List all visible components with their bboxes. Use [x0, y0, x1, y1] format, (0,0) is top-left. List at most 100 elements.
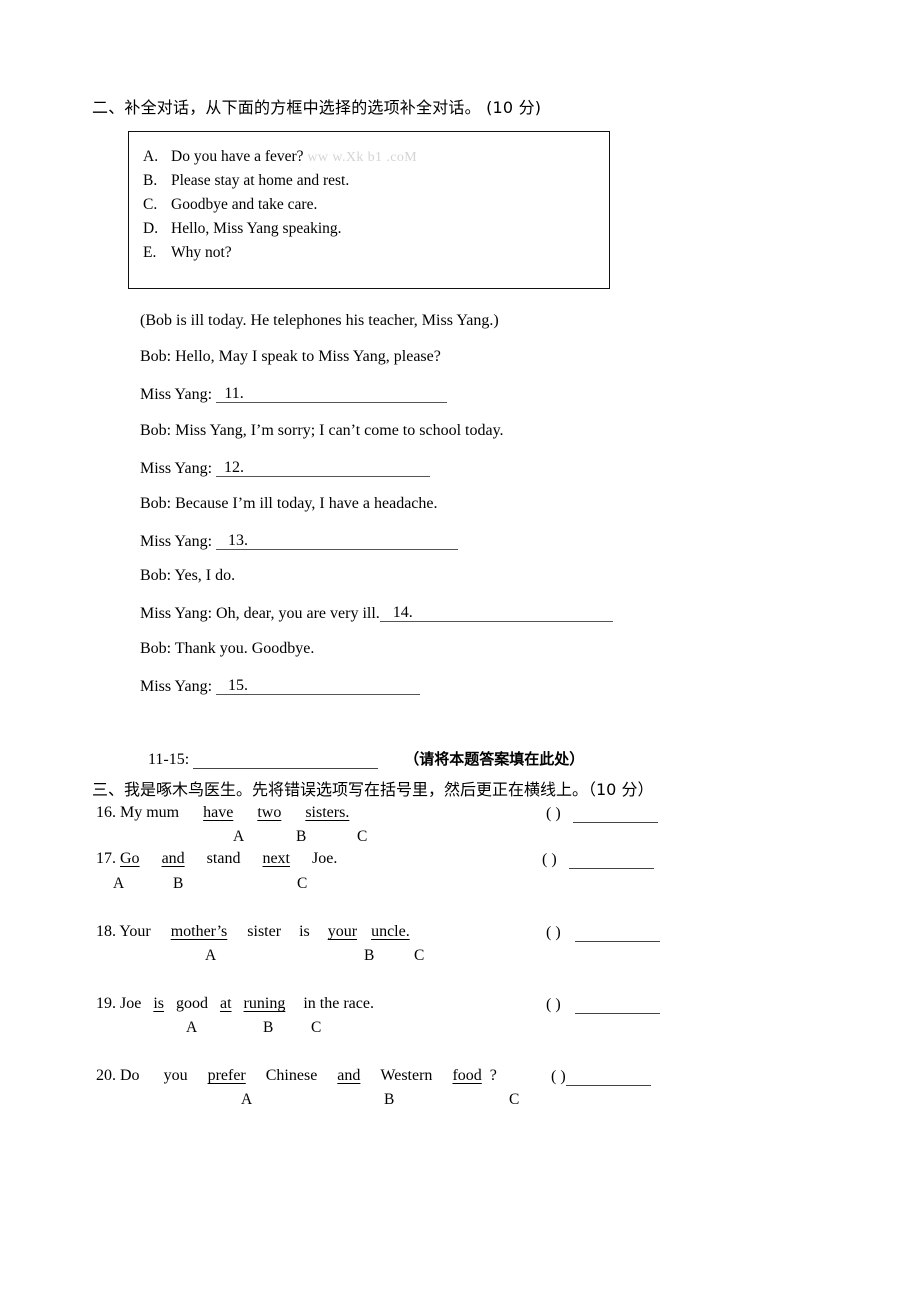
question-16-number: 16. — [96, 804, 116, 821]
q20-paren[interactable]: ( ) — [551, 1068, 566, 1085]
dialogue-line-yang-5: Miss Yang: 15. — [140, 678, 421, 695]
answers-11-15-label: 11-15: — [148, 751, 190, 768]
option-a-letter: A. — [143, 148, 159, 165]
dialogue-speaker: Miss Yang: — [140, 385, 213, 403]
section-2-heading: 二、补全对话，从下面的方框中选择的选项补全对话。 (10 分) — [92, 98, 542, 117]
option-b-letter: B. — [143, 172, 158, 189]
q19-choice-b[interactable]: at — [220, 995, 232, 1012]
blank-14-number[interactable]: 14. — [379, 605, 426, 622]
q17-label-a: A — [113, 875, 125, 892]
watermark-text: ww w.Xk b1 .coM — [307, 150, 418, 165]
blank-11-line[interactable] — [252, 386, 448, 403]
q17-label-b: B — [173, 875, 184, 892]
dialogue-line-bob-5: Bob: Thank you. Goodbye. — [140, 640, 315, 657]
q16-label-a: A — [233, 828, 245, 845]
q16-correction-blank[interactable] — [572, 805, 658, 823]
blank-11-number[interactable]: 11. — [216, 386, 253, 403]
option-c-text: Goodbye and take care. — [171, 196, 318, 213]
dialogue-line-yang-4: Miss Yang: Oh, dear, you are very ill. 14… — [140, 605, 613, 622]
dialogue-line-bob-1: Bob: Hello, May I speak to Miss Yang, pl… — [140, 348, 441, 365]
q20-word-western: Western — [380, 1067, 433, 1084]
q18-word-is: is — [299, 923, 310, 940]
q18-choice-c[interactable]: uncle. — [371, 923, 410, 940]
question-20-number: 20. — [96, 1067, 116, 1084]
q19-choice-c[interactable]: runing — [244, 995, 286, 1012]
option-c-letter: C. — [143, 196, 158, 213]
blank-13-line[interactable] — [260, 533, 459, 550]
question-16-text: 16. My mum have two sisters. — [96, 805, 349, 821]
q18-word-sister: sister — [247, 923, 282, 940]
question-20-text: 20. Do you prefer Chinese and Western fo… — [96, 1068, 497, 1084]
exam-page: 二、补全对话，从下面的方框中选择的选项补全对话。 (10 分) A. Do you… — [0, 0, 920, 1302]
blank-12-line[interactable] — [252, 460, 431, 477]
q20-pre: Do — [120, 1067, 140, 1084]
section-3-heading: 三、我是啄木鸟医生。先将错误选项写在括号里，然后更正在横线上。（10 分） — [92, 780, 654, 799]
q18-label-c: C — [414, 947, 425, 964]
answers-11-15-row: 11-15: （请将本题答案填在此处） — [148, 748, 584, 769]
q20-question-mark: ? — [489, 1067, 497, 1084]
dialogue-line-bob-2: Bob: Miss Yang, I’m sorry; I can’t come … — [140, 422, 504, 439]
q18-choice-b[interactable]: your — [328, 923, 357, 940]
dialogue-line-bob-4: Bob: Yes, I do. — [140, 567, 236, 584]
q17-paren[interactable]: ( ) — [542, 851, 557, 868]
q20-choice-b[interactable]: and — [337, 1067, 360, 1084]
q18-paren[interactable]: ( ) — [546, 924, 561, 941]
option-d-text: Hello, Miss Yang speaking. — [171, 220, 342, 237]
question-19-number: 19. — [96, 995, 116, 1012]
q20-answer-group: ( ) — [551, 1068, 651, 1086]
option-d: D. Hello, Miss Yang speaking. — [143, 221, 342, 237]
q17-word-joe: Joe. — [312, 850, 338, 867]
blank-13-number[interactable]: 13. — [216, 533, 261, 550]
q16-pre: My mum — [120, 804, 180, 821]
dialogue-speaker: Miss Yang: — [140, 459, 213, 477]
question-18-text: 18. Your mother’s sister is your uncle. — [96, 924, 410, 940]
answers-11-15-hint: （请将本题答案填在此处） — [404, 750, 585, 768]
blank-12-number[interactable]: 12. — [216, 460, 253, 477]
q19-correction-blank[interactable] — [574, 996, 660, 1014]
q19-paren[interactable]: ( ) — [546, 996, 561, 1013]
question-19-text: 19. Joe is good at runing in the race. — [96, 996, 374, 1012]
dialogue-line-yang-2: Miss Yang: 12. — [140, 459, 431, 477]
q17-label-c: C — [297, 875, 308, 892]
answers-11-15-blank[interactable] — [193, 751, 379, 769]
blank-14-line[interactable] — [425, 605, 613, 622]
dialogue-line-yang-1: Miss Yang: 11. — [140, 385, 448, 403]
q18-correction-blank[interactable] — [574, 924, 660, 942]
q20-label-c: C — [509, 1091, 520, 1108]
q17-choice-b[interactable]: and — [162, 850, 185, 867]
option-c: C. Goodbye and take care. — [143, 197, 317, 213]
q16-answer-group: ( ) — [546, 805, 658, 823]
option-a-text: Do you have a fever? — [171, 148, 304, 165]
q19-answer-group: ( ) — [546, 996, 660, 1014]
blank-15-line[interactable] — [260, 678, 421, 695]
q16-choice-c[interactable]: sisters. — [305, 804, 349, 821]
option-b: B. Please stay at home and rest. — [143, 173, 349, 189]
q16-paren[interactable]: ( ) — [546, 805, 561, 822]
blank-15-number[interactable]: 15. — [216, 678, 261, 695]
q18-label-a: A — [205, 947, 217, 964]
question-18-number: 18. — [96, 923, 116, 940]
q20-correction-blank[interactable] — [565, 1068, 651, 1086]
q19-post: in the race. — [303, 995, 374, 1012]
q18-label-b: B — [364, 947, 375, 964]
dialogue-line-yang-3: Miss Yang: 13. — [140, 533, 459, 550]
option-d-letter: D. — [143, 220, 159, 237]
q19-choice-a[interactable]: is — [153, 995, 164, 1012]
q16-choice-b[interactable]: two — [257, 804, 281, 821]
dialogue-stage-direction: (Bob is ill today. He telephones his tea… — [140, 312, 499, 329]
q19-label-c: C — [311, 1019, 322, 1036]
option-a: A. Do you have a fever? ww w.Xk b1 .coM — [143, 149, 417, 165]
q20-choice-a[interactable]: prefer — [208, 1067, 246, 1084]
q17-correction-blank[interactable] — [568, 851, 654, 869]
option-b-text: Please stay at home and rest. — [171, 172, 350, 189]
options-box: A. Do you have a fever? ww w.Xk b1 .coM B… — [128, 131, 610, 289]
q20-word-chinese: Chinese — [265, 1067, 318, 1084]
q19-label-b: B — [263, 1019, 274, 1036]
q18-choice-a[interactable]: mother’s — [171, 923, 228, 940]
q16-choice-a[interactable]: have — [203, 804, 233, 821]
q17-choice-c[interactable]: next — [262, 850, 290, 867]
q19-label-a: A — [186, 1019, 198, 1036]
q17-choice-a[interactable]: Go — [120, 850, 140, 867]
q20-choice-c[interactable]: food — [452, 1067, 481, 1084]
q17-word-stand: stand — [206, 850, 241, 867]
